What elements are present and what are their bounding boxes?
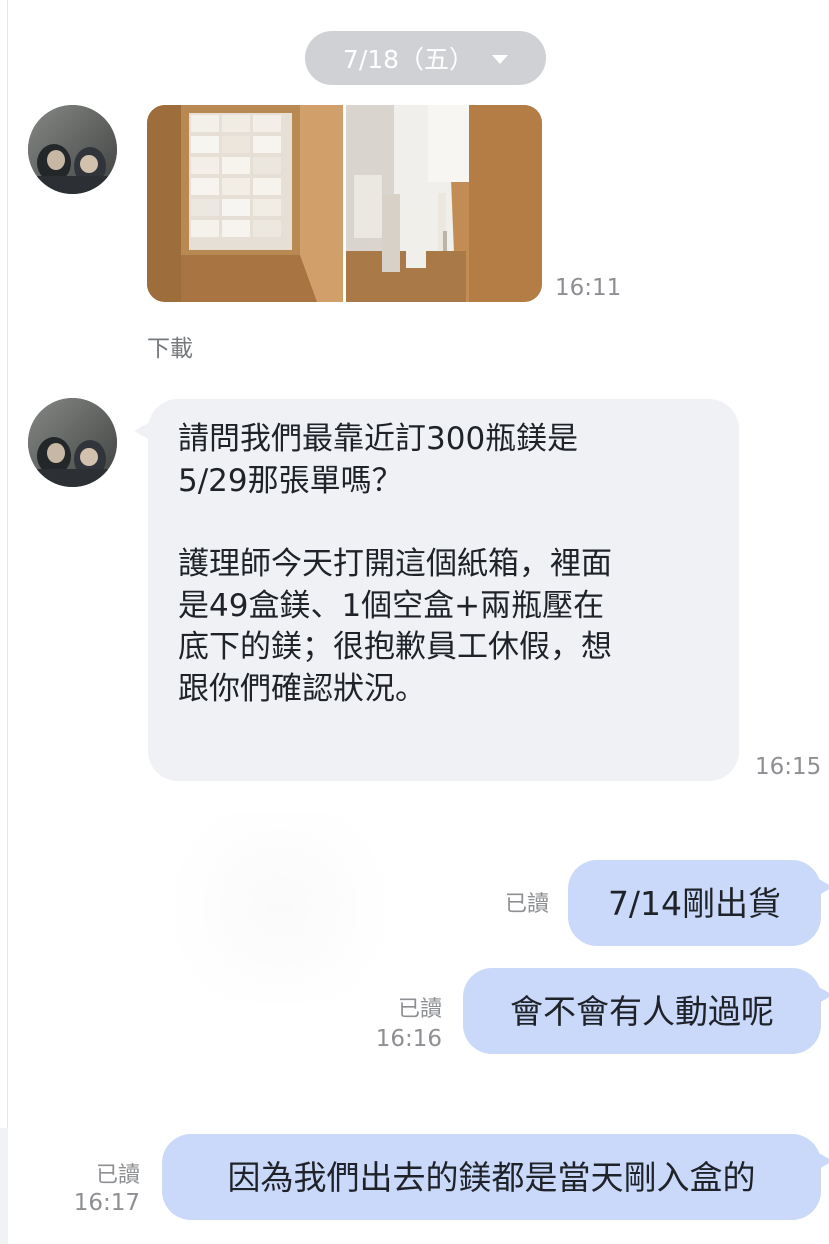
- read-receipt: 已讀: [95, 1163, 140, 1188]
- incoming-message-bubble[interactable]: 請問我們最靠近訂300瓶鎂是 5/29那張單嗎？ 護理師今天打開這個紙箱，裡面 …: [134, 399, 739, 781]
- box-contents-image: [147, 105, 343, 302]
- avatar-photo: [28, 105, 117, 194]
- contact-avatar[interactable]: [28, 105, 117, 194]
- incoming-message-time: 16:15: [755, 754, 822, 780]
- chevron-down-icon: [492, 55, 509, 64]
- message-time: 16:16: [375, 1026, 442, 1052]
- image-message[interactable]: [147, 105, 542, 302]
- box-photo-left[interactable]: [147, 105, 343, 302]
- read-receipt: 已讀: [397, 997, 442, 1022]
- background-blur-artifact: [145, 812, 415, 1002]
- date-separator-label: 7/18（五）: [342, 45, 475, 74]
- incoming-message-paragraph-one: 請問我們最靠近訂300瓶鎂是 5/29那張單嗎？: [178, 421, 579, 499]
- date-separator-pill[interactable]: 7/18（五）: [305, 31, 546, 85]
- read-receipt: 已讀: [504, 892, 549, 917]
- outgoing-message-text: 會不會有人動過呢: [510, 991, 774, 1031]
- box-photo-right[interactable]: [346, 105, 542, 302]
- chat-left-border: [7, 0, 8, 1244]
- bottom-left-shadow: [0, 1128, 8, 1244]
- outgoing-message-text: 7/14剛出貨: [607, 883, 782, 923]
- outgoing-message-text: 因為我們出去的鎂都是當天剛入盒的: [227, 1157, 756, 1197]
- photo-message-time: 16:11: [555, 275, 622, 301]
- outgoing-message-bubble[interactable]: 因為我們出去的鎂都是當天剛入盒的: [162, 1134, 829, 1220]
- download-button[interactable]: 下載: [147, 329, 193, 363]
- outgoing-message-bubble[interactable]: 會不會有人動過呢: [463, 968, 829, 1054]
- incoming-message-paragraph-two: 護理師今天打開這個紙箱，裡面 是49盒鎂、1個空盒+兩瓶壓在 底下的鎂；很抱歉員…: [178, 546, 612, 707]
- box-bottles-image: [346, 105, 542, 302]
- outgoing-message-bubble[interactable]: 7/14剛出貨: [568, 860, 829, 946]
- avatar-photo-repeat: [28, 398, 117, 487]
- contact-avatar-repeat[interactable]: [28, 398, 117, 487]
- message-time: 16:17: [73, 1190, 140, 1216]
